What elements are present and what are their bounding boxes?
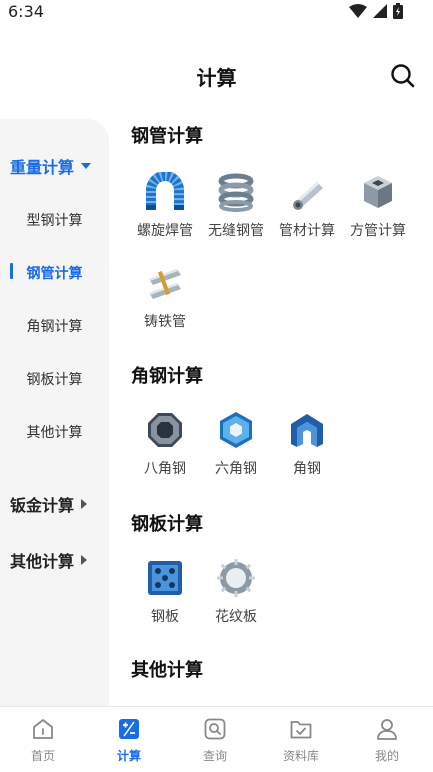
tube-icon [293, 182, 323, 210]
tab-label: 资料库 [282, 749, 319, 763]
home-icon [33, 719, 53, 739]
tile-label: 花纹板 [215, 609, 257, 625]
tile-steel-plate[interactable]: 钢板 [129, 558, 201, 638]
status-icons [349, 3, 403, 19]
tab-profile[interactable]: 我的 [344, 717, 430, 764]
steel-plate-icon [148, 561, 182, 595]
search-button[interactable] [389, 62, 417, 90]
wifi-icon [349, 4, 367, 18]
tile-label: 六角钢 [215, 461, 257, 477]
calculator-icon [119, 719, 139, 739]
tile-square-tube[interactable]: 方管计算 [342, 172, 414, 252]
sidebar-group-other[interactable]: 其他计算 [10, 548, 88, 572]
folder-check-icon [290, 721, 312, 739]
tile-label: 螺旋焊管 [137, 223, 193, 239]
sidebar-group-label: 重量计算 [10, 158, 75, 177]
tile-label: 八角钢 [144, 461, 186, 477]
user-icon [377, 719, 397, 740]
signal-icon [373, 4, 387, 18]
tile-angle-steel[interactable]: 角钢 [271, 410, 343, 490]
tile-checkered-plate[interactable]: 花纹板 [200, 558, 272, 638]
tile-seamless-pipe[interactable]: 无缝钢管 [200, 172, 272, 252]
angle-steel-icon [291, 414, 323, 447]
sidebar-item-steel-plate[interactable]: 钢板计算 [0, 369, 109, 389]
status-time: 6:34 [8, 2, 44, 21]
tab-label: 计算 [116, 749, 141, 763]
square-tube-icon [364, 176, 392, 208]
search-icon [391, 64, 415, 88]
sidebar-group-label: 钣金计算 [10, 496, 75, 515]
tab-query[interactable]: 查询 [172, 717, 258, 764]
battery-icon [393, 3, 403, 19]
sidebar-group-weight[interactable]: 重量计算 [10, 154, 92, 178]
sidebar-group-label: 其他计算 [10, 552, 75, 571]
sidebar-item-section-steel[interactable]: 型钢计算 [0, 210, 109, 230]
tile-label: 铸铁管 [144, 314, 186, 330]
status-bar: 6:34 [0, 0, 433, 26]
coil-pipe-icon [218, 173, 254, 212]
sidebar-item-angle-steel[interactable]: 角钢计算 [0, 316, 109, 336]
section-title: 角钢计算 [131, 366, 203, 387]
caret-right-icon [81, 555, 88, 565]
section-title: 钢板计算 [131, 514, 203, 535]
cast-iron-pipe-icon [149, 269, 181, 299]
tab-library[interactable]: 资料库 [258, 717, 344, 764]
checkered-plate-icon [217, 559, 255, 597]
tile-octagonal-steel[interactable]: 八角钢 [129, 410, 201, 490]
tile-cast-iron-pipe[interactable]: 铸铁管 [129, 263, 201, 343]
tile-label: 无缝钢管 [208, 223, 264, 239]
tile-label: 管材计算 [279, 223, 335, 239]
tab-label: 我的 [374, 749, 399, 763]
tile-spiral-welded-pipe[interactable]: 螺旋焊管 [129, 172, 201, 252]
app-header: 计算 [0, 52, 433, 100]
section-title: 其他计算 [131, 660, 203, 681]
tile-label: 钢板 [151, 609, 179, 625]
sidebar-group-sheet-metal[interactable]: 钣金计算 [10, 492, 88, 516]
tab-label: 查询 [202, 749, 227, 763]
page-title: 计算 [196, 66, 237, 90]
caret-down-icon [81, 163, 92, 169]
tile-hexagonal-steel[interactable]: 六角钢 [200, 410, 272, 490]
caret-right-icon [81, 499, 88, 509]
calculator-content: 钢管计算 螺旋焊管 无缝钢管 管材计算 方管计算 铸铁管 角钢计算 八角钢 六角… [109, 100, 433, 708]
tab-home[interactable]: 首页 [0, 717, 86, 764]
sidebar-item-steel-pipe[interactable]: 钢管计算 [0, 263, 109, 283]
bottom-tab-bar: 首页 计算 查询 资料库 我的 [0, 706, 433, 772]
query-icon [204, 718, 226, 740]
sidebar-item-other[interactable]: 其他计算 [0, 422, 109, 442]
tab-calculate[interactable]: 计算 [86, 717, 172, 764]
tile-label: 角钢 [293, 461, 321, 477]
tab-label: 首页 [30, 749, 55, 763]
tile-tube-calc[interactable]: 管材计算 [271, 172, 343, 252]
octagon-nut-icon [148, 413, 182, 447]
section-title: 钢管计算 [131, 126, 203, 147]
hex-nut-icon [220, 412, 252, 448]
category-sidebar [0, 119, 109, 709]
tile-label: 方管计算 [350, 223, 406, 239]
spiral-pipe-icon [146, 172, 184, 210]
